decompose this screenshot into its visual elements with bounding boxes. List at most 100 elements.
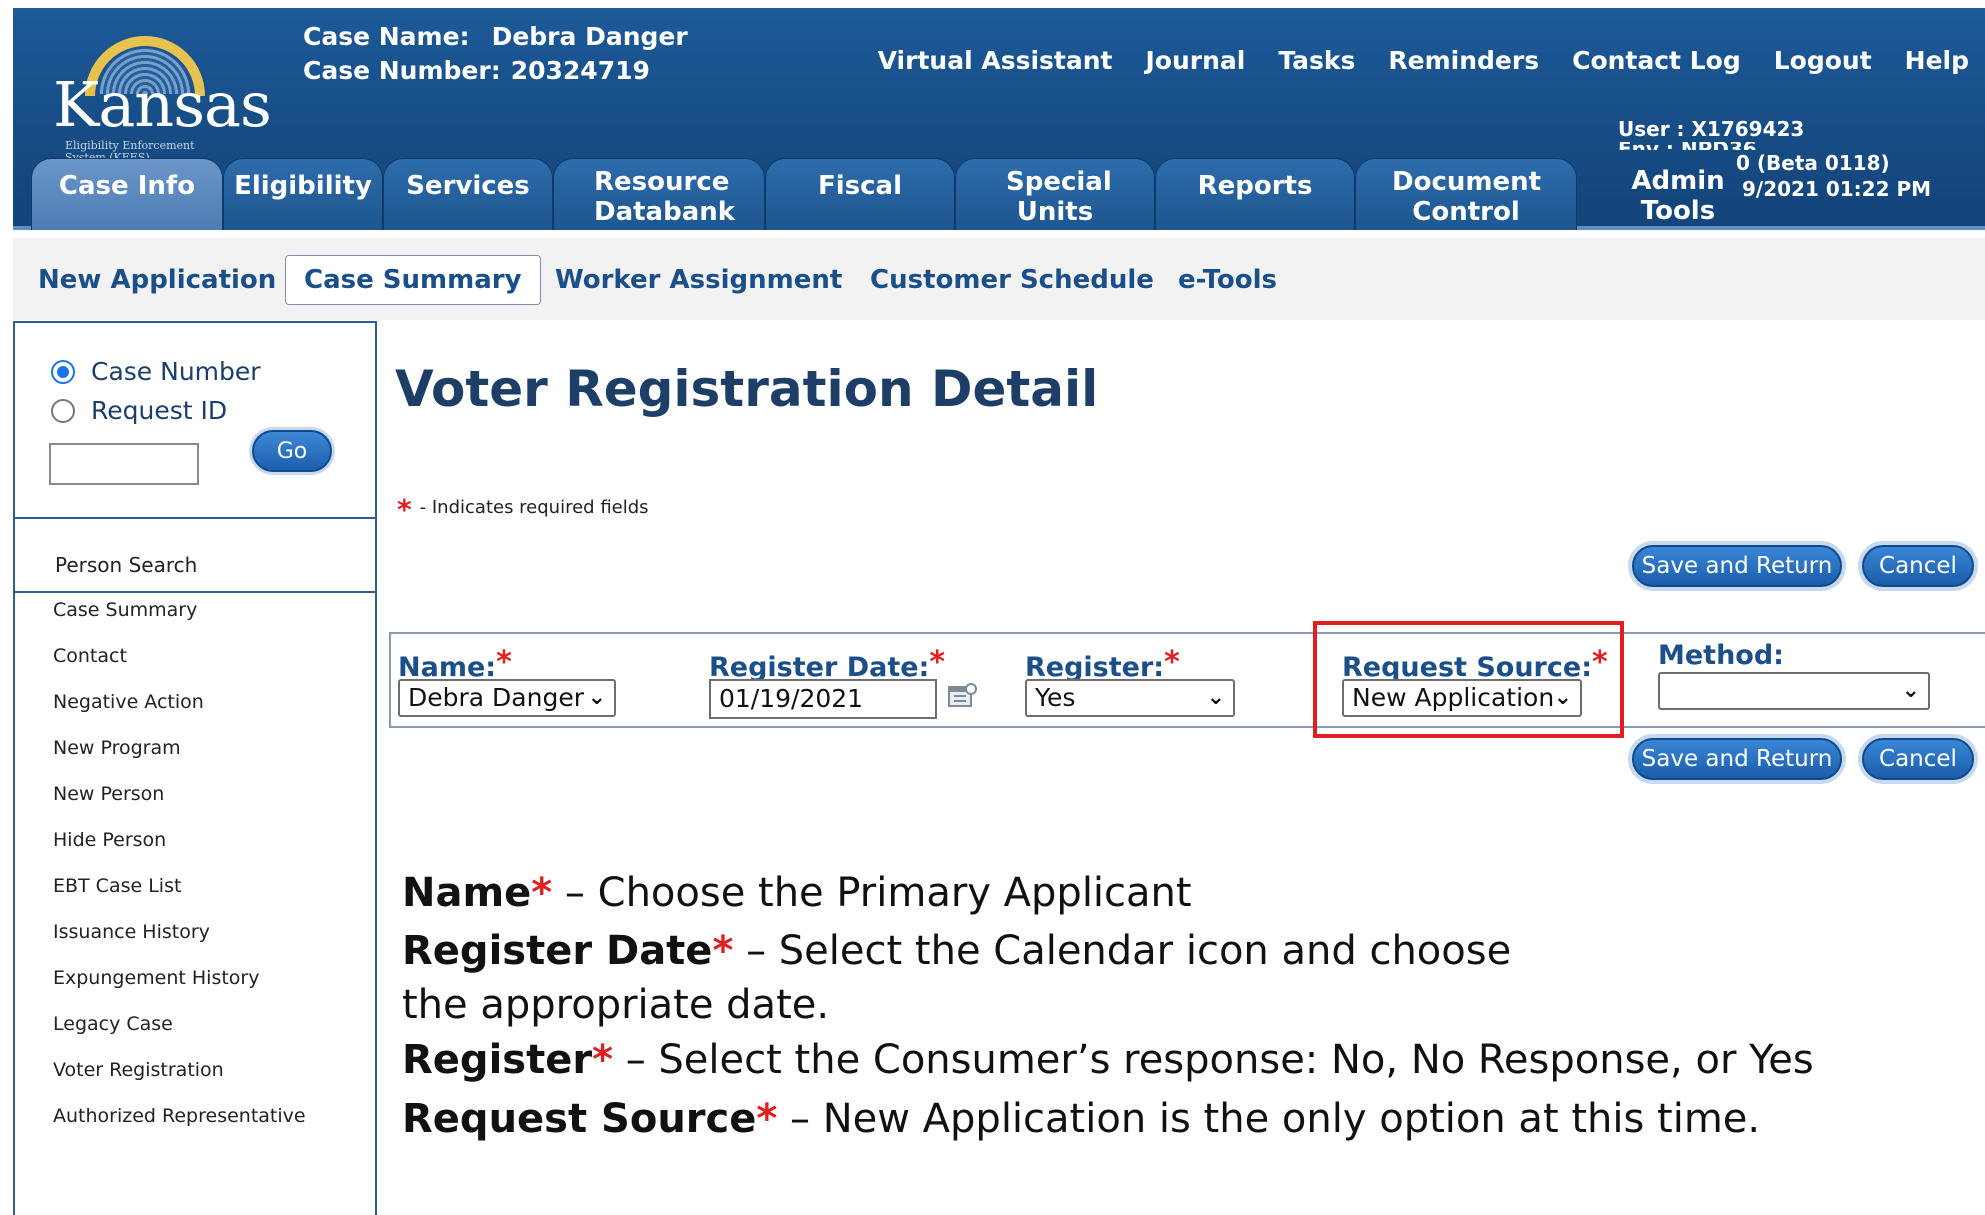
subnav-customer-schedule[interactable]: Customer Schedule [870, 265, 1154, 295]
name-label: Name:* [398, 645, 512, 683]
instruction-term: Register Date [402, 928, 713, 974]
chevron-down-icon: ⌄ [1206, 685, 1225, 710]
tab-resource-databank[interactable]: Resource Databank [553, 158, 765, 230]
side-link-hide-person[interactable]: Hide Person [53, 829, 306, 875]
instruction-term: Register [402, 1037, 593, 1083]
request-source-highlight-box [1313, 621, 1624, 738]
tab-document-control[interactable]: Document Control [1355, 158, 1577, 230]
nav-logout[interactable]: Logout [1774, 46, 1872, 75]
panel-divider [15, 517, 375, 519]
field-instructions: Name* – Choose the Primary Applicant Reg… [402, 865, 1814, 1147]
instruction-term: Request Source [402, 1096, 757, 1142]
user-id: User : X1769423 [1618, 117, 1805, 141]
radio-case-number-label: Case Number [91, 357, 261, 386]
required-star: * [397, 493, 412, 526]
cancel-button-bottom[interactable]: Cancel [1862, 738, 1974, 780]
tab-services[interactable]: Services [383, 158, 553, 230]
case-number-value: 20324719 [510, 56, 650, 85]
nav-reminders[interactable]: Reminders [1388, 46, 1539, 75]
instruction-register-date: Register Date* – Select the Calendar ico… [402, 921, 1814, 981]
save-and-return-button-top[interactable]: Save and Return [1632, 545, 1842, 587]
sub-nav: New Application Case Summary Worker Assi… [13, 238, 1985, 320]
instruction-register-date-cont: the appropriate date. [402, 982, 830, 1028]
radio-selected-icon[interactable] [51, 359, 75, 384]
top-nav: Virtual Assistant Journal Tasks Reminder… [878, 46, 1969, 75]
required-star: * [756, 1096, 778, 1142]
panel-divider [15, 591, 375, 593]
nav-tasks[interactable]: Tasks [1278, 46, 1355, 75]
radio-request-id-label: Request ID [91, 396, 228, 425]
side-link-expungement-history[interactable]: Expungement History [53, 967, 306, 1013]
required-star: * [531, 870, 553, 916]
register-label: Register:* [1025, 645, 1180, 683]
radio-request-id[interactable]: Request ID [51, 396, 227, 425]
page-title: Voter Registration Detail [395, 360, 1099, 418]
required-star: * [929, 645, 946, 680]
register-select-value: Yes [1035, 683, 1076, 712]
subnav-case-summary[interactable]: Case Summary [285, 255, 541, 305]
nav-contact-log[interactable]: Contact Log [1572, 46, 1741, 75]
instruction-text: – Select the Consumer’s response: No, No… [612, 1037, 1814, 1083]
instruction-text: – Choose the Primary Applicant [552, 870, 1192, 916]
left-panel: Case Number Request ID Go Person Search … [13, 321, 377, 1215]
kansas-logo: Kansas Eligibility Enforcement System (K… [43, 28, 272, 164]
nav-journal[interactable]: Journal [1145, 46, 1245, 75]
required-star: * [712, 928, 734, 974]
side-link-legacy-case[interactable]: Legacy Case [53, 1013, 306, 1059]
required-note: * - Indicates required fields [397, 493, 649, 526]
register-select[interactable]: Yes ⌄ [1025, 679, 1235, 717]
radio-case-number[interactable]: Case Number [51, 357, 261, 386]
required-star: * [496, 645, 512, 680]
required-note-text: - Indicates required fields [419, 497, 649, 518]
subnav-e-tools[interactable]: e-Tools [1178, 265, 1277, 295]
register-date-input[interactable]: 01/19/2021 [709, 679, 937, 719]
side-link-contact[interactable]: Contact [53, 645, 306, 691]
person-search-link[interactable]: Person Search [55, 553, 197, 577]
logo-wordmark: Kansas [53, 68, 272, 141]
side-links: Case Summary Contact Negative Action New… [53, 599, 306, 1151]
tab-reports[interactable]: Reports [1155, 158, 1355, 230]
subnav-new-application[interactable]: New Application [38, 265, 276, 295]
app-header: Kansas Eligibility Enforcement System (K… [13, 8, 1985, 230]
nav-virtual-assistant[interactable]: Virtual Assistant [878, 46, 1113, 75]
instruction-register: Register* – Select the Consumer’s respon… [402, 1029, 1814, 1091]
case-name-value: Debra Danger [491, 22, 688, 51]
method-select[interactable]: ⌄ [1658, 672, 1930, 710]
side-link-new-person[interactable]: New Person [53, 783, 306, 829]
method-label: Method: [1658, 640, 1784, 671]
tab-admin-tools[interactable]: Admin Tools [1613, 158, 1733, 230]
chevron-down-icon: ⌄ [1901, 678, 1920, 703]
subnav-worker-assignment[interactable]: Worker Assignment [555, 265, 842, 295]
instruction-text: – New Application is the only option at … [777, 1096, 1761, 1142]
side-link-voter-registration[interactable]: Voter Registration [53, 1059, 306, 1105]
register-date-label: Register Date:* [709, 645, 945, 683]
tab-special-units[interactable]: Special Units [955, 158, 1155, 230]
side-link-new-program[interactable]: New Program [53, 737, 306, 783]
side-link-ebt-case-list[interactable]: EBT Case List [53, 875, 306, 921]
case-info: Case Name: Debra Danger Case Number: 20324… [303, 20, 688, 88]
name-select[interactable]: Debra Danger ⌄ [398, 679, 616, 717]
instruction-request-source: Request Source* – New Application is the… [402, 1091, 1814, 1147]
radio-unselected-icon[interactable] [51, 398, 75, 423]
save-and-return-button-bottom[interactable]: Save and Return [1632, 738, 1842, 780]
required-star: * [1164, 645, 1180, 680]
required-star: * [592, 1037, 613, 1083]
calendar-icon[interactable] [947, 682, 977, 708]
cancel-button-top[interactable]: Cancel [1862, 545, 1974, 587]
side-link-case-summary[interactable]: Case Summary [53, 599, 306, 645]
name-select-value: Debra Danger [408, 683, 584, 712]
case-search-input[interactable] [49, 443, 199, 485]
side-link-authorized-representative[interactable]: Authorized Representative [53, 1105, 306, 1151]
tab-fiscal[interactable]: Fiscal [765, 158, 955, 230]
nav-help[interactable]: Help [1905, 46, 1969, 75]
go-button[interactable]: Go [252, 430, 332, 472]
case-number-label: Case Number: [303, 56, 501, 85]
side-link-negative-action[interactable]: Negative Action [53, 691, 306, 737]
case-name-label: Case Name: [303, 22, 470, 51]
tab-eligibility[interactable]: Eligibility [223, 158, 383, 230]
side-link-issuance-history[interactable]: Issuance History [53, 921, 306, 967]
instruction-term: Name [402, 870, 532, 916]
tab-case-info[interactable]: Case Info [31, 158, 223, 230]
chevron-down-icon: ⌄ [587, 685, 606, 710]
instruction-text: – Select the Calendar icon and choose [733, 928, 1512, 974]
